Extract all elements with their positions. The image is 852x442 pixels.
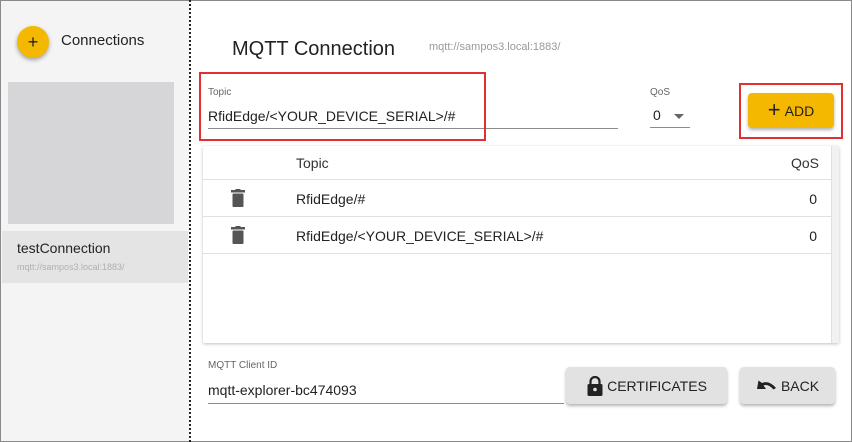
client-id-label: MQTT Client ID — [208, 360, 278, 371]
plus-icon: + — [767, 96, 781, 122]
table-scrollbar[interactable] — [831, 146, 839, 343]
add-connection-button[interactable]: + — [17, 26, 49, 58]
column-header-topic: Topic — [296, 155, 329, 171]
back-button[interactable]: BACK — [740, 367, 835, 404]
table-row: RfidEdge/<YOUR_DEVICE_SERIAL>/# 0 — [203, 217, 831, 254]
undo-icon — [756, 380, 776, 389]
client-id-input[interactable] — [208, 377, 564, 404]
plus-icon: + — [27, 32, 39, 52]
qos-select[interactable]: 0 — [650, 104, 690, 128]
row-qos: 0 — [809, 228, 817, 244]
table-header: Topic QoS — [203, 146, 831, 180]
add-button-label: ADD — [784, 102, 815, 119]
topic-label: Topic — [208, 87, 232, 98]
certificates-button[interactable]: CERTIFICATES — [566, 367, 727, 404]
lock-icon — [587, 375, 603, 396]
qos-label: QoS — [650, 87, 671, 98]
chevron-down-icon — [674, 114, 684, 119]
connection-url: mqtt://sampos3.local:1883/ — [17, 262, 125, 272]
row-qos: 0 — [809, 191, 817, 207]
table-row: RfidEdge/# 0 — [203, 180, 831, 217]
topic-input[interactable] — [208, 104, 618, 129]
connection-placeholder — [8, 82, 174, 224]
row-topic: RfidEdge/<YOUR_DEVICE_SERIAL>/# — [296, 228, 544, 244]
add-button[interactable]: + ADD — [748, 93, 834, 128]
connection-url-subtitle: mqtt://sampos3.local:1883/ — [429, 41, 561, 53]
back-button-label: BACK — [780, 377, 820, 394]
connection-name: testConnection — [17, 240, 111, 256]
qos-value: 0 — [653, 107, 661, 123]
trash-icon[interactable] — [231, 189, 245, 207]
trash-icon[interactable] — [231, 226, 245, 244]
column-header-qos: QoS — [790, 155, 819, 171]
sidebar-divider — [189, 0, 191, 442]
row-topic: RfidEdge/# — [296, 191, 366, 207]
subscriptions-table: Topic QoS RfidEdge/# 0 RfidEdge/<YOUR_DE… — [203, 146, 839, 343]
connections-header: Connections — [61, 32, 145, 49]
connection-item-testconnection[interactable]: testConnection mqtt://sampos3.local:1883… — [2, 231, 188, 283]
connections-sidebar: + Connections testConnection mqtt://samp… — [1, 1, 189, 441]
page-title: MQTT Connection — [232, 38, 396, 60]
certificates-button-label: CERTIFICATES — [607, 377, 707, 394]
